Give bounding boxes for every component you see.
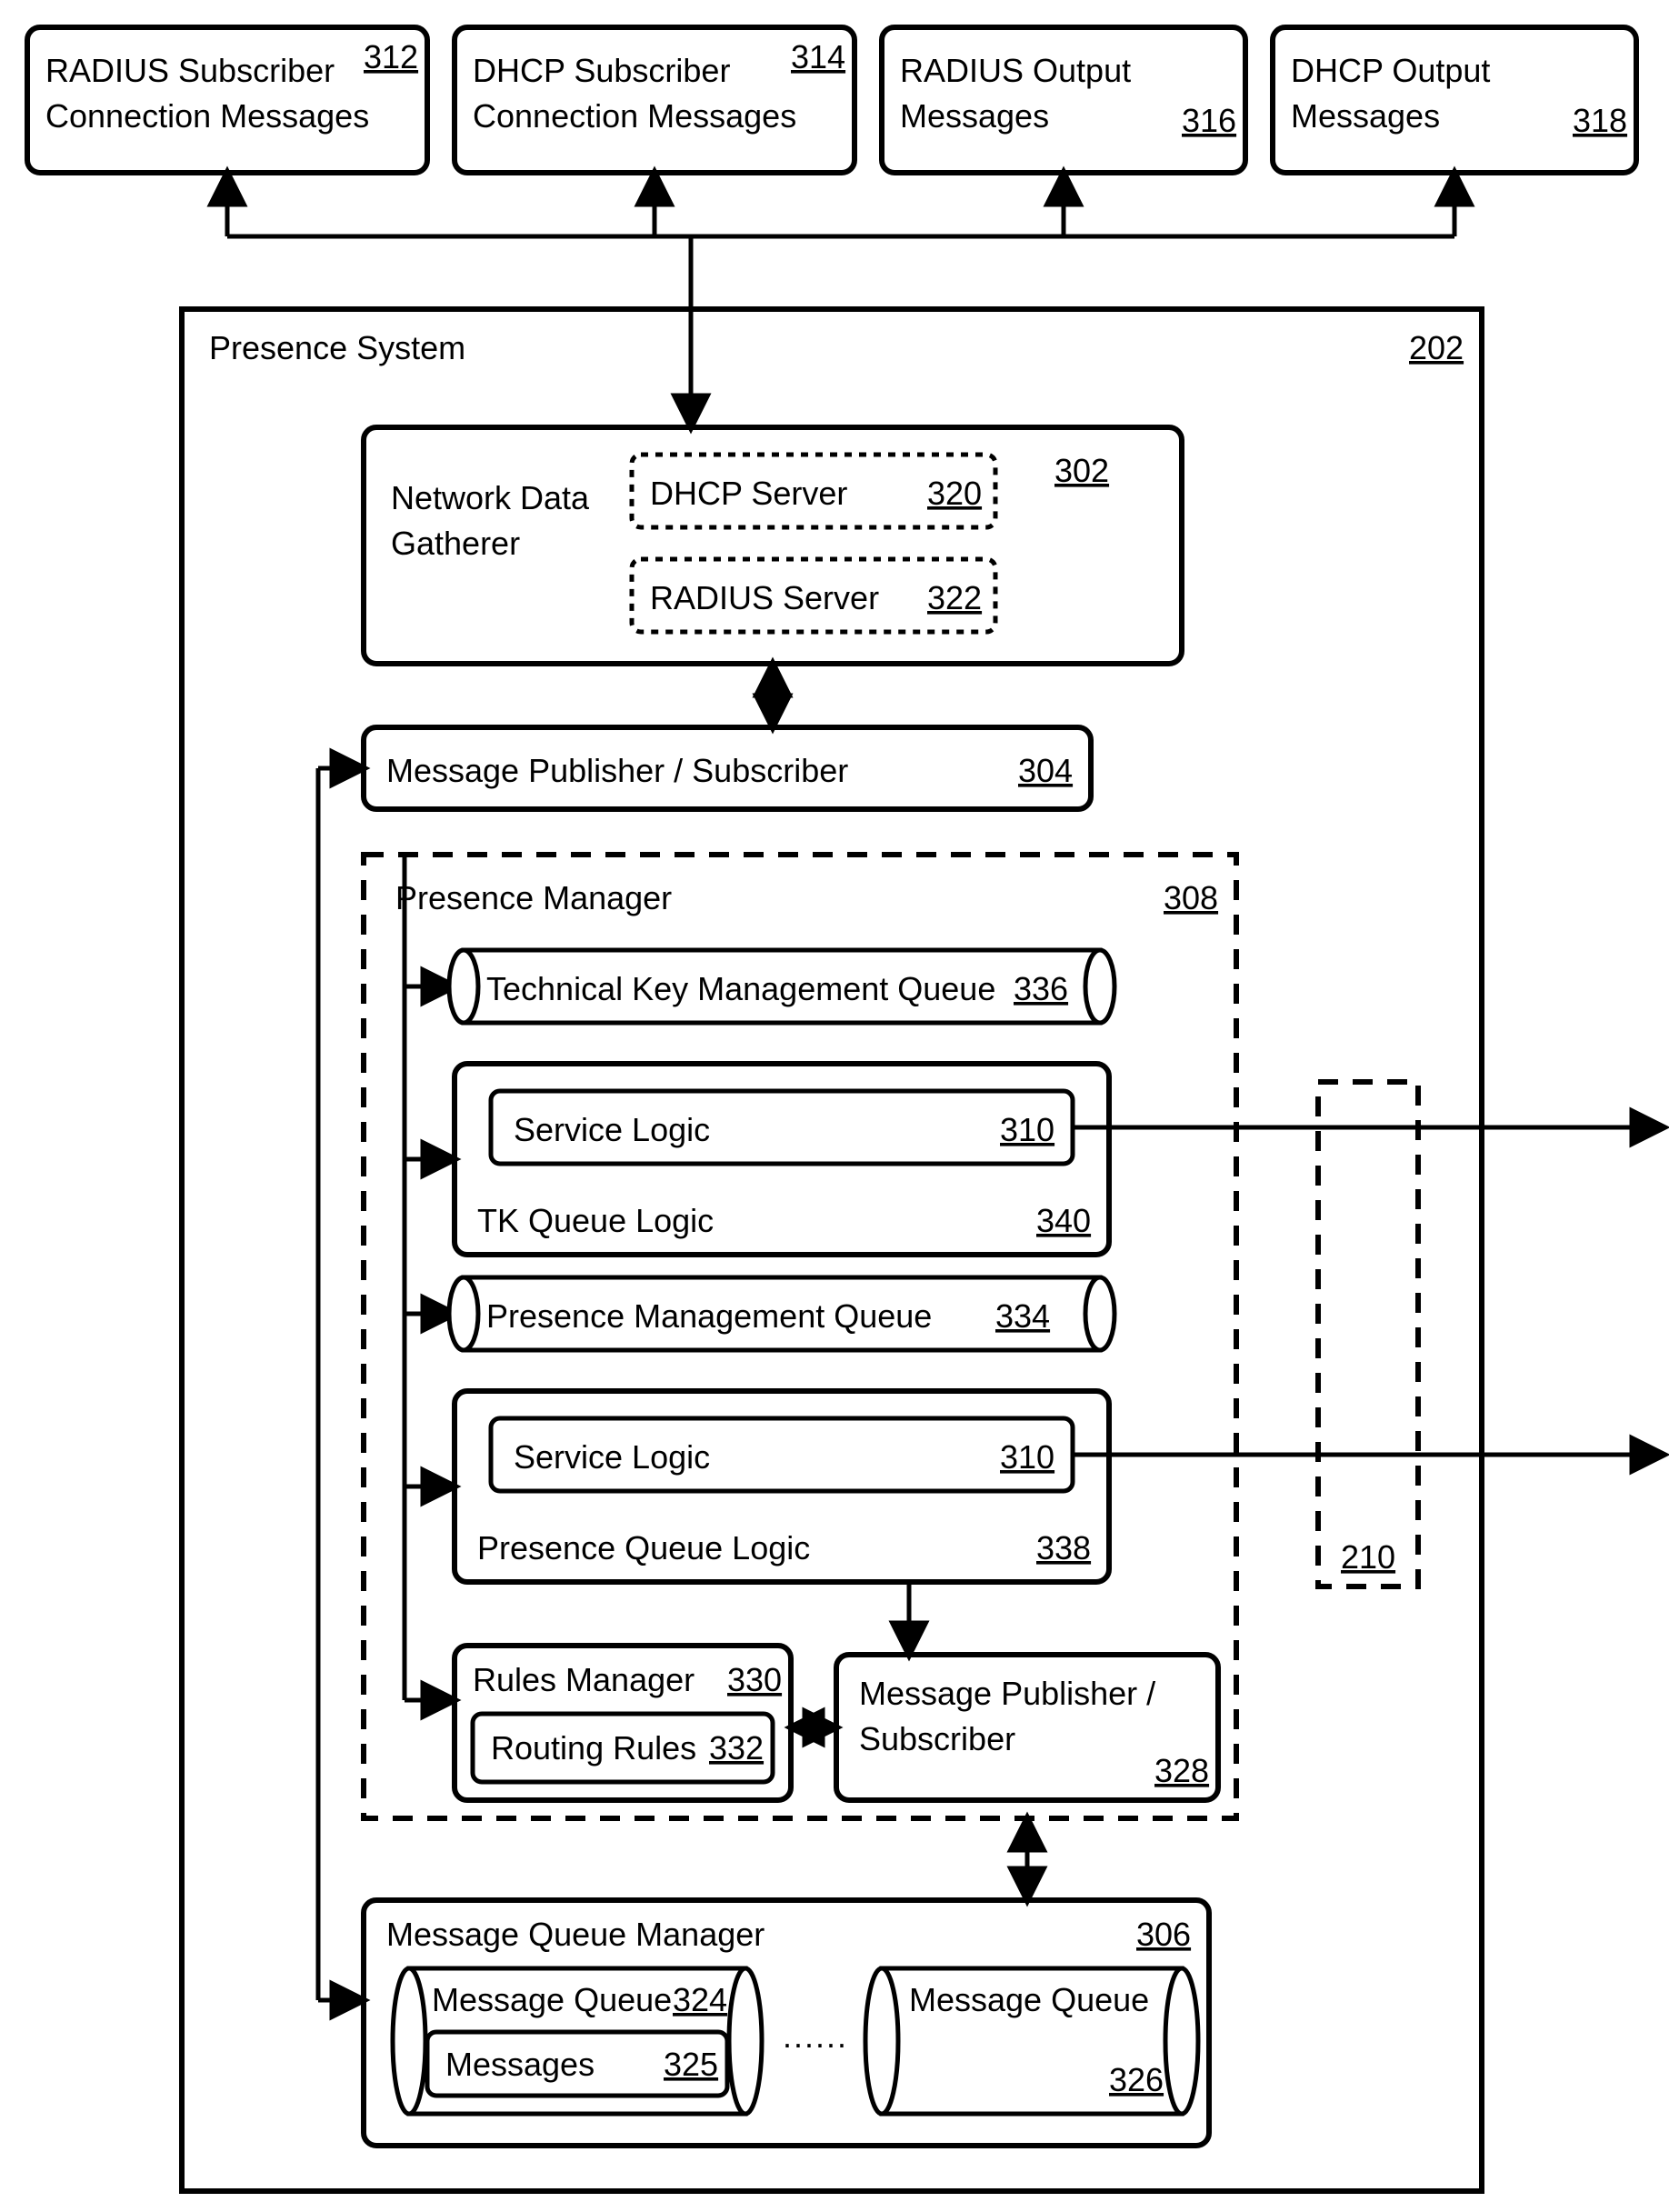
label: Message Publisher / [859,1675,1155,1712]
ref-num: 340 [1036,1202,1091,1239]
box-ref-210: 210 [1318,1082,1418,1586]
box-tk-queue-logic: Service Logic 310 TK Queue Logic 340 [455,1064,1109,1255]
ref-num: 330 [727,1661,782,1698]
box-message-queue-manager: Message Queue Manager 306 Message Queue … [364,1900,1209,2146]
box-dhcp-subscriber: DHCP Subscriber Connection Messages 314 [455,27,854,173]
box-message-pubsub-top: Message Publisher / Subscriber 304 [364,727,1091,809]
ref-num: 328 [1154,1752,1209,1789]
box-message-pubsub-inner: Message Publisher / Subscriber 328 [836,1655,1218,1800]
ref-num: 325 [664,2046,718,2083]
ref-num: 320 [927,475,982,512]
cyl-tk-queue: Technical Key Management Queue 336 [449,950,1114,1023]
label: Messages [900,97,1049,135]
label: Rules Manager [473,1661,695,1698]
ref-num: 210 [1341,1538,1395,1576]
ref-num: 324 [673,1981,727,2018]
ref-num: 314 [791,38,845,75]
label: Routing Rules [491,1729,696,1767]
ref-num: 334 [995,1297,1050,1335]
ellipsis-icon: ······ [782,2025,847,2062]
label: Messages [445,2046,595,2083]
box-radius-subscriber: RADIUS Subscriber Connection Messages 31… [27,27,427,173]
label: DHCP Output [1291,52,1490,89]
label: Connection Messages [45,97,369,135]
ref-num: 336 [1014,970,1068,1007]
label: Network Data [391,479,590,516]
box-rules-manager: Rules Manager 330 Routing Rules 332 [455,1646,791,1800]
label: Message Queue [909,1981,1149,2018]
label: Technical Key Management Queue [486,970,995,1007]
label: Message Queue [432,1981,672,2018]
label: Service Logic [514,1438,710,1476]
label: Subscriber [859,1720,1015,1757]
ref-num: 322 [927,579,982,616]
ref-num: 312 [364,38,418,75]
label: DHCP Server [650,475,847,512]
label: RADIUS Subscriber [45,52,335,89]
label: Message Publisher / Subscriber [386,752,848,789]
ref-num: 302 [1054,452,1109,489]
ref-num: 332 [709,1729,764,1767]
label: Presence Management Queue [486,1297,932,1335]
label: Message Queue Manager [386,1916,765,1953]
cyl-pm-queue: Presence Management Queue 334 [449,1277,1114,1350]
ref-num: 316 [1182,102,1236,139]
ref-num: 318 [1573,102,1627,139]
ref-num: 304 [1018,752,1073,789]
label: Presence Manager [395,879,672,916]
label: RADIUS Server [650,579,879,616]
label: Service Logic [514,1111,710,1148]
box-dhcp-output: DHCP Output Messages 318 [1273,27,1636,173]
label: Presence Queue Logic [477,1529,810,1566]
label: DHCP Subscriber [473,52,730,89]
label: RADIUS Output [900,52,1131,89]
box-radius-output: RADIUS Output Messages 316 [882,27,1245,173]
ref-num: 308 [1164,879,1218,916]
diagram-root: RADIUS Subscriber Connection Messages 31… [0,0,1669,2212]
ref-num: 310 [1000,1438,1054,1476]
ref-num: 310 [1000,1111,1054,1148]
box-network-data-gatherer: Network Data Gatherer 302 DHCP Server 32… [364,427,1182,664]
box-presence-queue-logic: Service Logic 310 Presence Queue Logic 3… [455,1391,1109,1582]
label: Messages [1291,97,1440,135]
ref-num: 202 [1409,329,1464,366]
ref-num: 326 [1109,2061,1164,2098]
label: Presence System [209,329,465,366]
label: Gatherer [391,525,520,562]
ref-num: 306 [1136,1916,1191,1953]
label: Connection Messages [473,97,796,135]
ref-num: 338 [1036,1529,1091,1566]
label: TK Queue Logic [477,1202,714,1239]
